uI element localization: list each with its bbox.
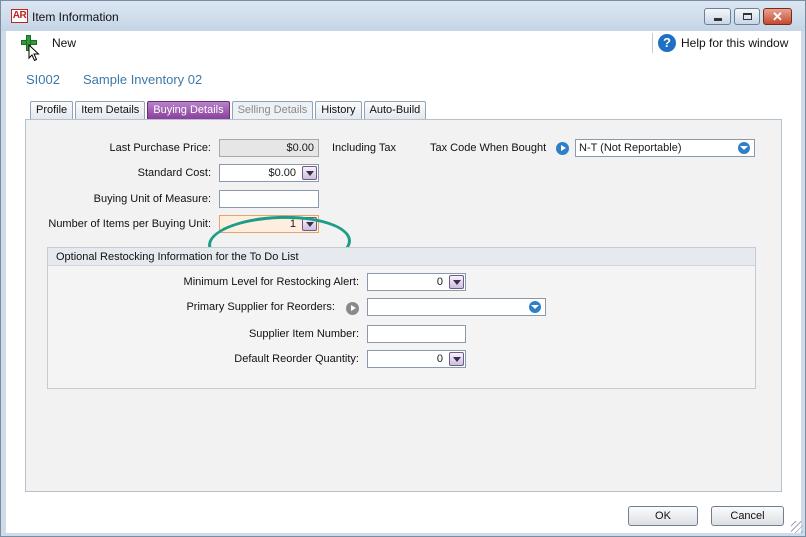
item-id: SI002 [26, 72, 60, 87]
minimize-button[interactable] [704, 8, 731, 25]
app-logo: AR [11, 9, 28, 23]
tab-bar: Profile Item Details Buying Details Sell… [30, 101, 428, 119]
help-button[interactable]: ? Help for this window [658, 34, 788, 52]
close-icon: ✕ [772, 9, 783, 24]
help-label: Help for this window [681, 36, 789, 50]
maximize-icon [743, 13, 752, 20]
primary-supplier-combo[interactable] [367, 298, 546, 316]
last-purchase-price-field: $0.00 [219, 139, 319, 157]
buying-unit-label: Buying Unit of Measure: [93, 193, 211, 205]
chevron-down-icon[interactable] [529, 301, 541, 313]
min-level-value: 0 [436, 276, 443, 288]
last-purchase-price-value: $0.00 [286, 142, 314, 154]
window-title: Item Information [32, 10, 119, 24]
primary-supplier-label: Primary Supplier for Reorders: [186, 301, 335, 313]
toolbar: New ? Help for this window [6, 31, 801, 62]
including-tax-label: Including Tax [332, 142, 397, 154]
items-per-unit-label: Number of Items per Buying Unit: [48, 218, 211, 230]
item-name: Sample Inventory 02 [83, 72, 203, 87]
standard-cost-label: Standard Cost: [137, 167, 211, 179]
supplier-item-label: Supplier Item Number: [248, 328, 359, 340]
item-information-window: AR Item Information ✕ New ? Help for thi… [0, 0, 806, 537]
title-bar[interactable]: AR Item Information ✕ [1, 1, 805, 31]
mouse-cursor-icon [28, 44, 40, 62]
ok-button[interactable]: OK [628, 506, 698, 526]
tab-selling-details: Selling Details [231, 101, 314, 119]
tab-auto-build[interactable]: Auto-Build [363, 101, 427, 119]
tax-code-combo[interactable]: N-T (Not Reportable) [575, 139, 755, 157]
toolbar-separator [652, 33, 653, 53]
min-level-field[interactable]: 0 [367, 273, 466, 291]
restocking-group-title: Optional Restocking Information for the … [48, 248, 755, 266]
last-purchase-price-label: Last Purchase Price: [109, 142, 212, 154]
maximize-button[interactable] [734, 8, 760, 25]
cancel-button[interactable]: Cancel [711, 506, 784, 526]
chevron-down-icon[interactable] [449, 352, 464, 366]
reorder-qty-label: Default Reorder Quantity: [234, 353, 359, 365]
primary-supplier-link-arrow-icon[interactable] [346, 302, 359, 315]
close-button[interactable]: ✕ [763, 8, 792, 25]
tab-profile[interactable]: Profile [30, 101, 74, 119]
chevron-down-icon[interactable] [302, 166, 317, 180]
tax-code-value: N-T (Not Reportable) [579, 142, 682, 154]
tax-code-label: Tax Code When Bought [430, 142, 547, 154]
chevron-down-icon[interactable] [738, 142, 750, 154]
reorder-qty-field[interactable]: 0 [367, 350, 466, 368]
client-area: New ? Help for this window SI002 Sample … [6, 31, 801, 533]
tab-item-details[interactable]: Item Details [75, 101, 146, 119]
help-icon: ? [658, 34, 676, 52]
new-label: New [52, 36, 77, 50]
tab-history[interactable]: History [315, 101, 362, 119]
standard-cost-value: $0.00 [268, 167, 296, 179]
resize-grip[interactable] [791, 521, 803, 533]
supplier-item-field[interactable] [367, 325, 466, 343]
tax-code-link-arrow-icon[interactable] [556, 142, 569, 155]
minimize-icon [714, 18, 722, 21]
tab-buying-details[interactable]: Buying Details [147, 101, 230, 119]
chevron-down-icon[interactable] [449, 275, 464, 289]
buying-unit-field[interactable] [219, 190, 319, 208]
standard-cost-field[interactable]: $0.00 [219, 164, 319, 182]
min-level-label: Minimum Level for Restocking Alert: [183, 276, 359, 288]
reorder-qty-value: 0 [436, 353, 443, 365]
